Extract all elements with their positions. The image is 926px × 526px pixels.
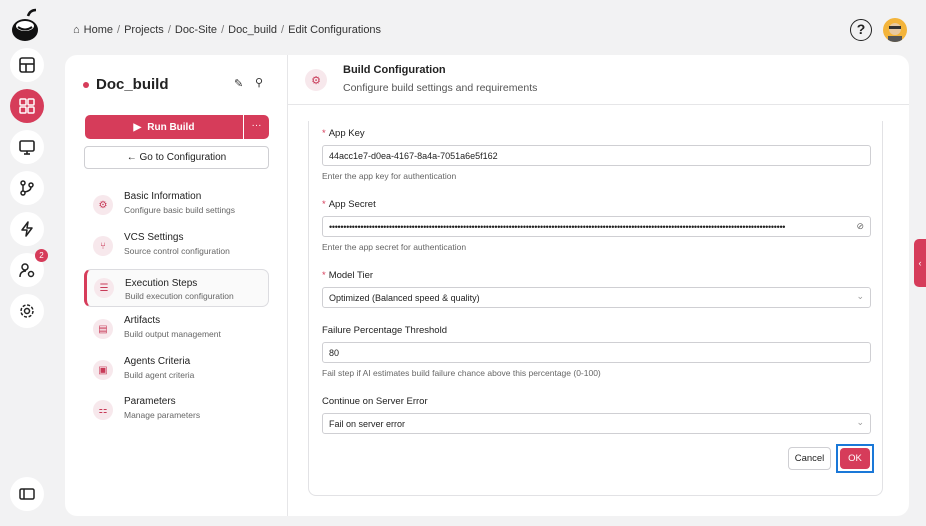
nav-item-agents-criteria[interactable]: ▣ Agents Criteria Build agent criteria — [84, 351, 269, 389]
run-build-label: Run Build — [147, 121, 195, 133]
ok-button-focus-ring: OK — [836, 444, 874, 473]
model-tier-label-text: Model Tier — [328, 270, 374, 281]
steps-icon: ☰ — [94, 278, 114, 298]
nav-item-title: Execution Steps — [125, 278, 198, 289]
parameters-icon: ⚏ — [93, 400, 113, 420]
file-icon: ▤ — [93, 319, 113, 339]
app-secret-label: * App Secret — [322, 199, 376, 210]
git-branch-icon[interactable] — [10, 171, 44, 205]
cancel-button[interactable]: Cancel — [788, 447, 831, 470]
app-key-label: * App Key — [322, 128, 365, 139]
run-build-button[interactable]: ▶ Run Build — [85, 115, 243, 139]
nav-item-subtitle: Manage parameters — [124, 410, 201, 420]
play-icon: ▶ — [133, 121, 142, 133]
breadcrumb-doc-site[interactable]: Doc-Site — [175, 24, 217, 36]
ok-button[interactable]: OK — [840, 448, 870, 469]
nav-item-parameters[interactable]: ⚏ Parameters Manage parameters — [84, 391, 269, 429]
help-icon[interactable]: ? — [850, 19, 872, 41]
edit-icon[interactable]: ✎ — [234, 77, 243, 90]
nav-item-title: Artifacts — [124, 315, 161, 326]
nav-item-execution-steps[interactable]: ☰ Execution Steps Build execution config… — [84, 269, 269, 307]
required-marker: * — [322, 270, 326, 281]
nav-item-vcs-settings[interactable]: ⑂ VCS Settings Source control configurat… — [84, 227, 269, 265]
breadcrumb-current: Edit Configurations — [288, 24, 382, 36]
app-secret-hint: Enter the app secret for authentication — [322, 242, 467, 252]
table-icon[interactable] — [10, 48, 44, 82]
failure-threshold-input[interactable]: 80 — [322, 342, 871, 363]
breadcrumb-doc-build[interactable]: Doc_build — [228, 24, 277, 36]
required-marker: * — [322, 128, 326, 139]
project-title: Doc_build — [83, 76, 169, 93]
app-key-input[interactable]: 44acc1e7-d0ea-4167-8a4a-7051a6e5f162 — [322, 145, 871, 166]
avatar[interactable] — [883, 18, 907, 42]
app-key-hint: Enter the app key for authentication — [322, 171, 457, 181]
app-secret-value: ••••••••••••••••••••••••••••••••••••••••… — [329, 221, 786, 232]
chevron-down-icon: ⌄ — [856, 417, 864, 427]
breadcrumb-separator: / — [221, 24, 225, 36]
project-name: Doc_build — [96, 76, 169, 93]
nav-item-title: Parameters — [124, 396, 176, 407]
app-key-label-text: App Key — [328, 128, 365, 139]
nav-item-artifacts[interactable]: ▤ Artifacts Build output management — [84, 310, 269, 348]
app-secret-label-text: App Secret — [328, 199, 376, 210]
failure-threshold-label: Failure Percentage Threshold — [322, 325, 447, 336]
gear-icon: ⚙ — [93, 195, 113, 215]
server-error-value: Fail on server error — [329, 418, 406, 429]
breadcrumb-home[interactable]: Home — [84, 24, 113, 36]
sidebar-toggle-icon[interactable] — [10, 477, 44, 511]
main-panel: Doc_build ✎ ⚲ ▶ Run Build ··· ← Go to Co… — [65, 55, 909, 516]
pin-icon[interactable]: ⚲ — [255, 76, 263, 89]
collapse-panel-tab[interactable]: ‹ — [914, 239, 926, 287]
nav-item-title: Agents Criteria — [124, 356, 191, 367]
nav-item-subtitle: Configure basic build settings — [124, 205, 236, 215]
chevron-left-icon: ‹ — [918, 258, 922, 268]
breadcrumb-projects[interactable]: Projects — [124, 24, 164, 36]
nav-item-subtitle: Build output management — [124, 329, 221, 339]
breadcrumb-separator: / — [167, 24, 171, 36]
app-secret-input[interactable]: ••••••••••••••••••••••••••••••••••••••••… — [322, 216, 871, 237]
breadcrumb-separator: / — [281, 24, 285, 36]
status-dot — [83, 81, 89, 88]
branch-icon: ⑂ — [93, 236, 113, 256]
logo-icon[interactable] — [10, 8, 42, 44]
breadcrumb-separator: / — [117, 24, 121, 36]
user-settings-icon[interactable]: 2 — [10, 249, 48, 287]
lightning-icon[interactable] — [10, 212, 44, 246]
gear-icon: ⚙ — [305, 69, 327, 91]
nav-item-title: Basic Information — [124, 191, 202, 202]
nav-item-title: VCS Settings — [124, 232, 184, 243]
nav-item-subtitle: Build execution configuration — [125, 291, 234, 301]
configuration-form: * App Key 44acc1e7-d0ea-4167-8a4a-7051a6e… — [308, 121, 883, 496]
content-header: ⚙ Build Configuration Configure build se… — [288, 55, 909, 105]
page-title: Build Configuration — [343, 64, 446, 76]
icon-rail: 2 — [0, 0, 52, 526]
go-to-configuration-button[interactable]: ← Go to Configuration — [84, 146, 269, 169]
nav-item-subtitle: Build agent criteria — [124, 370, 195, 380]
home-icon[interactable]: ⌂ — [73, 24, 80, 36]
failure-threshold-hint: Fail step if AI estimates build failure … — [322, 368, 601, 378]
nav-item-basic-information[interactable]: ⚙ Basic Information Configure basic buil… — [84, 186, 269, 224]
run-build-more-button[interactable]: ··· — [244, 115, 269, 139]
page-subtitle: Configure build settings and requirement… — [343, 82, 538, 94]
dashboard-icon[interactable] — [10, 89, 44, 123]
required-marker: * — [322, 199, 326, 210]
model-tier-label: * Model Tier — [322, 270, 373, 281]
nav-item-subtitle: Source control configuration — [124, 246, 230, 256]
server-error-label: Continue on Server Error — [322, 396, 428, 407]
server-error-select[interactable]: Fail on server error ⌄ — [322, 413, 871, 434]
agent-icon: ▣ — [93, 360, 113, 380]
chevron-down-icon: ⌄ — [856, 291, 864, 301]
breadcrumb: ⌂ Home / Projects / Doc-Site / Doc_build… — [73, 24, 381, 36]
eye-off-icon[interactable]: ⊘ — [856, 221, 864, 232]
model-tier-select[interactable]: Optimized (Balanced speed & quality) ⌄ — [322, 287, 871, 308]
notification-badge: 2 — [35, 249, 48, 262]
panel-divider — [287, 55, 288, 516]
settings-icon[interactable] — [10, 294, 44, 328]
model-tier-value: Optimized (Balanced speed & quality) — [329, 292, 480, 303]
monitor-icon[interactable] — [10, 130, 44, 164]
